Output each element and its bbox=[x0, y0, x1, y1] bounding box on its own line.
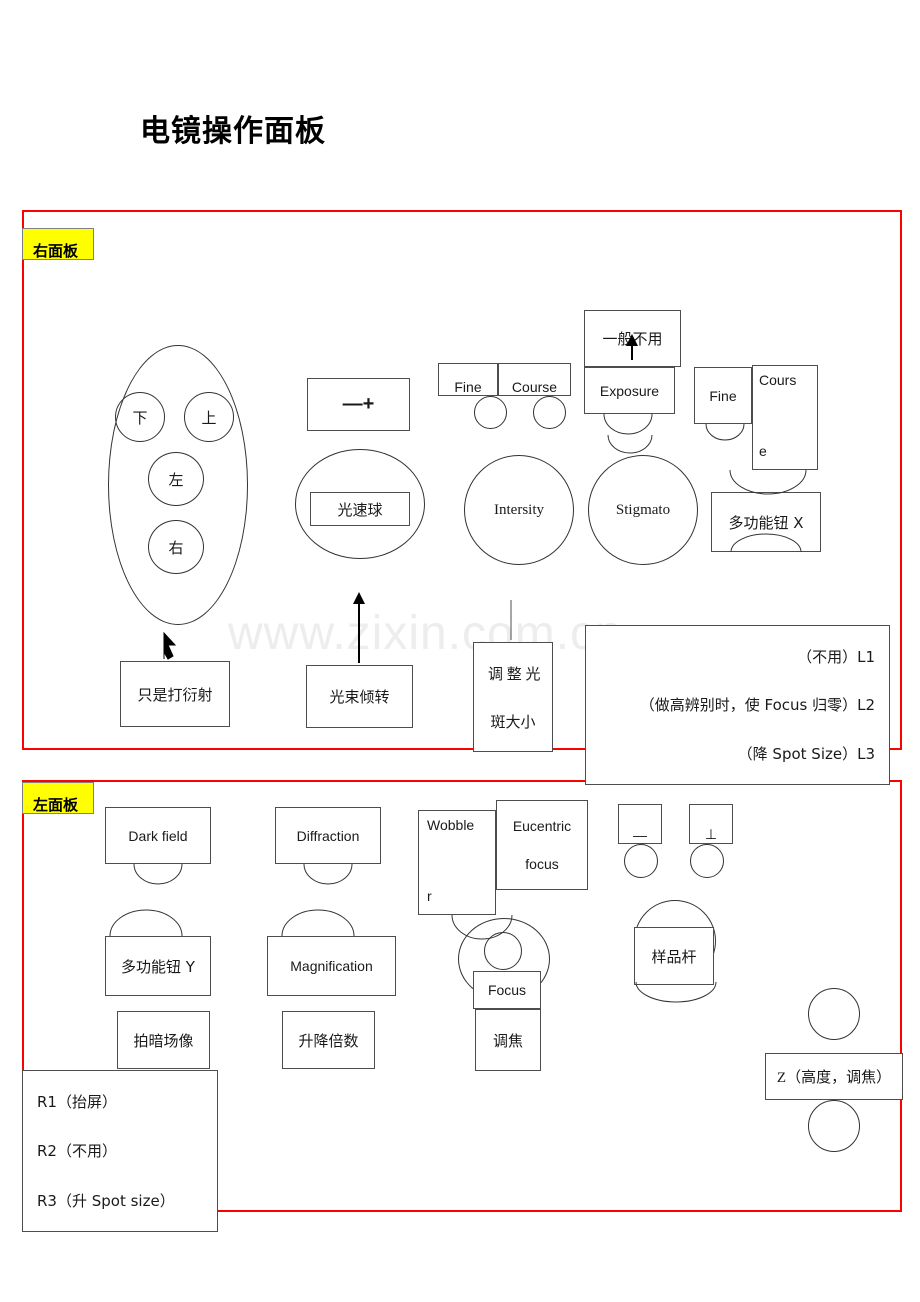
multifunction-x-label: 多功能钮 X bbox=[728, 513, 804, 532]
note-spot-size-line1: 调 整 光 bbox=[488, 666, 541, 683]
fine-small-label: Fine bbox=[454, 379, 482, 395]
z-upper-knob[interactable] bbox=[808, 988, 860, 1040]
course-label-line2: e bbox=[759, 443, 767, 459]
dash-symbol-icon: — bbox=[633, 827, 647, 843]
fine-box[interactable]: Fine bbox=[694, 367, 752, 424]
note-beam-tilt-box: 光束倾转 bbox=[306, 665, 413, 728]
multifunction-y-label: 多功能钮 Y bbox=[121, 957, 195, 976]
page-title: 电镜操作面板 bbox=[140, 114, 326, 149]
z-lower-knob[interactable] bbox=[808, 1100, 860, 1152]
stigmato-knob[interactable]: Stigmato bbox=[588, 455, 698, 565]
generally-unused-box: 一般不用 bbox=[584, 310, 681, 367]
diagram-page: 电镜操作面板 www.zixin.com.cn 右面板 下 上 左 右 —+ 光… bbox=[0, 0, 920, 1302]
exposure-box[interactable]: Exposure bbox=[584, 367, 675, 414]
minus-plus-box[interactable]: —+ bbox=[307, 378, 410, 431]
exposure-label: Exposure bbox=[599, 382, 660, 399]
magnification-label: Magnification bbox=[290, 958, 373, 974]
lens-note-l3: （降 Spot Size）L3 bbox=[737, 745, 875, 764]
eucentric-focus-line2: focus bbox=[525, 856, 559, 872]
focus-box[interactable]: Focus bbox=[473, 971, 541, 1009]
multifunction-y-box[interactable]: 多功能钮 Y bbox=[105, 936, 211, 996]
lens-notes-box: （不用）L1 （做高辨别时，使 Focus 归零）L2 （降 Spot Size… bbox=[585, 625, 890, 785]
mag-updown-label: 升降倍数 bbox=[298, 1033, 359, 1050]
fine-label: Fine bbox=[709, 387, 737, 404]
course-small-box[interactable]: Course bbox=[498, 363, 571, 396]
focus-cn-label: 调焦 bbox=[492, 1033, 523, 1050]
perpendicular-symbol-box[interactable]: ⊥ bbox=[689, 804, 733, 844]
r-notes-box: R1（抬屏） R2（不用） R3（升 Spot size） bbox=[22, 1070, 218, 1232]
eucentric-focus-box[interactable]: Eucentric focus bbox=[496, 800, 588, 890]
wobbler-box[interactable]: Wobble r bbox=[418, 810, 496, 915]
sample-rod-box: 样品杆 bbox=[634, 927, 714, 985]
intersity-label: Intersity bbox=[494, 501, 544, 518]
wobbler-label-line2: r bbox=[427, 888, 432, 904]
dark-field-box[interactable]: Dark field bbox=[105, 807, 211, 864]
intersity-knob[interactable]: Intersity bbox=[464, 455, 574, 565]
joystick-right-button[interactable]: 右 bbox=[148, 520, 204, 574]
joystick-down-button[interactable]: 下 bbox=[115, 392, 165, 442]
note-spot-size-box: 调 整 光 斑大小 bbox=[473, 642, 553, 752]
focus-cn-box: 调焦 bbox=[475, 1009, 541, 1071]
sample-rod-label: 样品杆 bbox=[651, 949, 697, 966]
wobbler-label-line1: Wobble bbox=[427, 817, 475, 833]
eucentric-focus-line1: Eucentric bbox=[512, 818, 572, 834]
magnification-box[interactable]: Magnification bbox=[267, 936, 396, 996]
generally-unused-label: 一般不用 bbox=[602, 330, 663, 348]
z-height-label: Z（高度，调焦） bbox=[776, 1070, 892, 1086]
dark-field-label: Dark field bbox=[128, 827, 188, 844]
r-note-3: R3（升 Spot size） bbox=[37, 1191, 175, 1210]
beam-ball-box: 光速球 bbox=[310, 492, 410, 526]
fine-small-knob[interactable] bbox=[474, 396, 507, 429]
mag-updown-note: 升降倍数 bbox=[282, 1011, 375, 1069]
note-spot-size-line2: 斑大小 bbox=[490, 714, 536, 731]
multifunction-x-box[interactable]: 多功能钮 X bbox=[711, 492, 821, 552]
r-note-2: R2（不用） bbox=[37, 1142, 117, 1161]
course-box[interactable]: Cours e bbox=[752, 365, 818, 470]
perpendicular-symbol-icon: ⊥ bbox=[704, 826, 718, 842]
dash-symbol-box[interactable]: — bbox=[618, 804, 662, 844]
diffraction-label: Diffraction bbox=[296, 827, 360, 844]
diffraction-box[interactable]: Diffraction bbox=[275, 807, 381, 864]
course-label-line1: Cours bbox=[759, 372, 797, 388]
fine-small-box[interactable]: Fine bbox=[438, 363, 498, 396]
focus-label: Focus bbox=[487, 982, 527, 998]
joystick-down-label: 下 bbox=[132, 408, 148, 427]
joystick-left-button[interactable]: 左 bbox=[148, 452, 204, 506]
dark-field-image-label: 拍暗场像 bbox=[133, 1033, 194, 1050]
joystick-up-label: 上 bbox=[201, 408, 217, 427]
note-beam-tilt-label: 光束倾转 bbox=[329, 690, 390, 706]
course-small-label: Course bbox=[511, 379, 558, 395]
joystick-left-label: 左 bbox=[168, 470, 184, 489]
beam-ball-label: 光速球 bbox=[337, 502, 383, 519]
joystick-up-button[interactable]: 上 bbox=[184, 392, 234, 442]
focus-inner-knob[interactable] bbox=[484, 932, 522, 970]
note-diffraction-box: 只是打衍射 bbox=[120, 661, 230, 727]
z-height-box: Z（高度，调焦） bbox=[765, 1053, 903, 1100]
left-panel-tag: 左面板 bbox=[22, 782, 94, 814]
dark-field-image-note: 拍暗场像 bbox=[117, 1011, 210, 1069]
right-panel-tag: 右面板 bbox=[22, 228, 94, 260]
lens-note-l1: （不用）L1 bbox=[797, 647, 875, 666]
stigmato-label: Stigmato bbox=[615, 501, 671, 518]
note-diffraction-label: 只是打衍射 bbox=[137, 687, 213, 704]
perpendicular-symbol-knob[interactable] bbox=[690, 844, 724, 878]
lens-note-l2: （做高辨别时，使 Focus 归零）L2 bbox=[639, 696, 875, 715]
dash-symbol-knob[interactable] bbox=[624, 844, 658, 878]
course-small-knob[interactable] bbox=[533, 396, 566, 429]
r-note-1: R1（抬屏） bbox=[37, 1093, 117, 1112]
minus-plus-label: —+ bbox=[342, 393, 375, 415]
joystick-right-label: 右 bbox=[168, 538, 184, 557]
